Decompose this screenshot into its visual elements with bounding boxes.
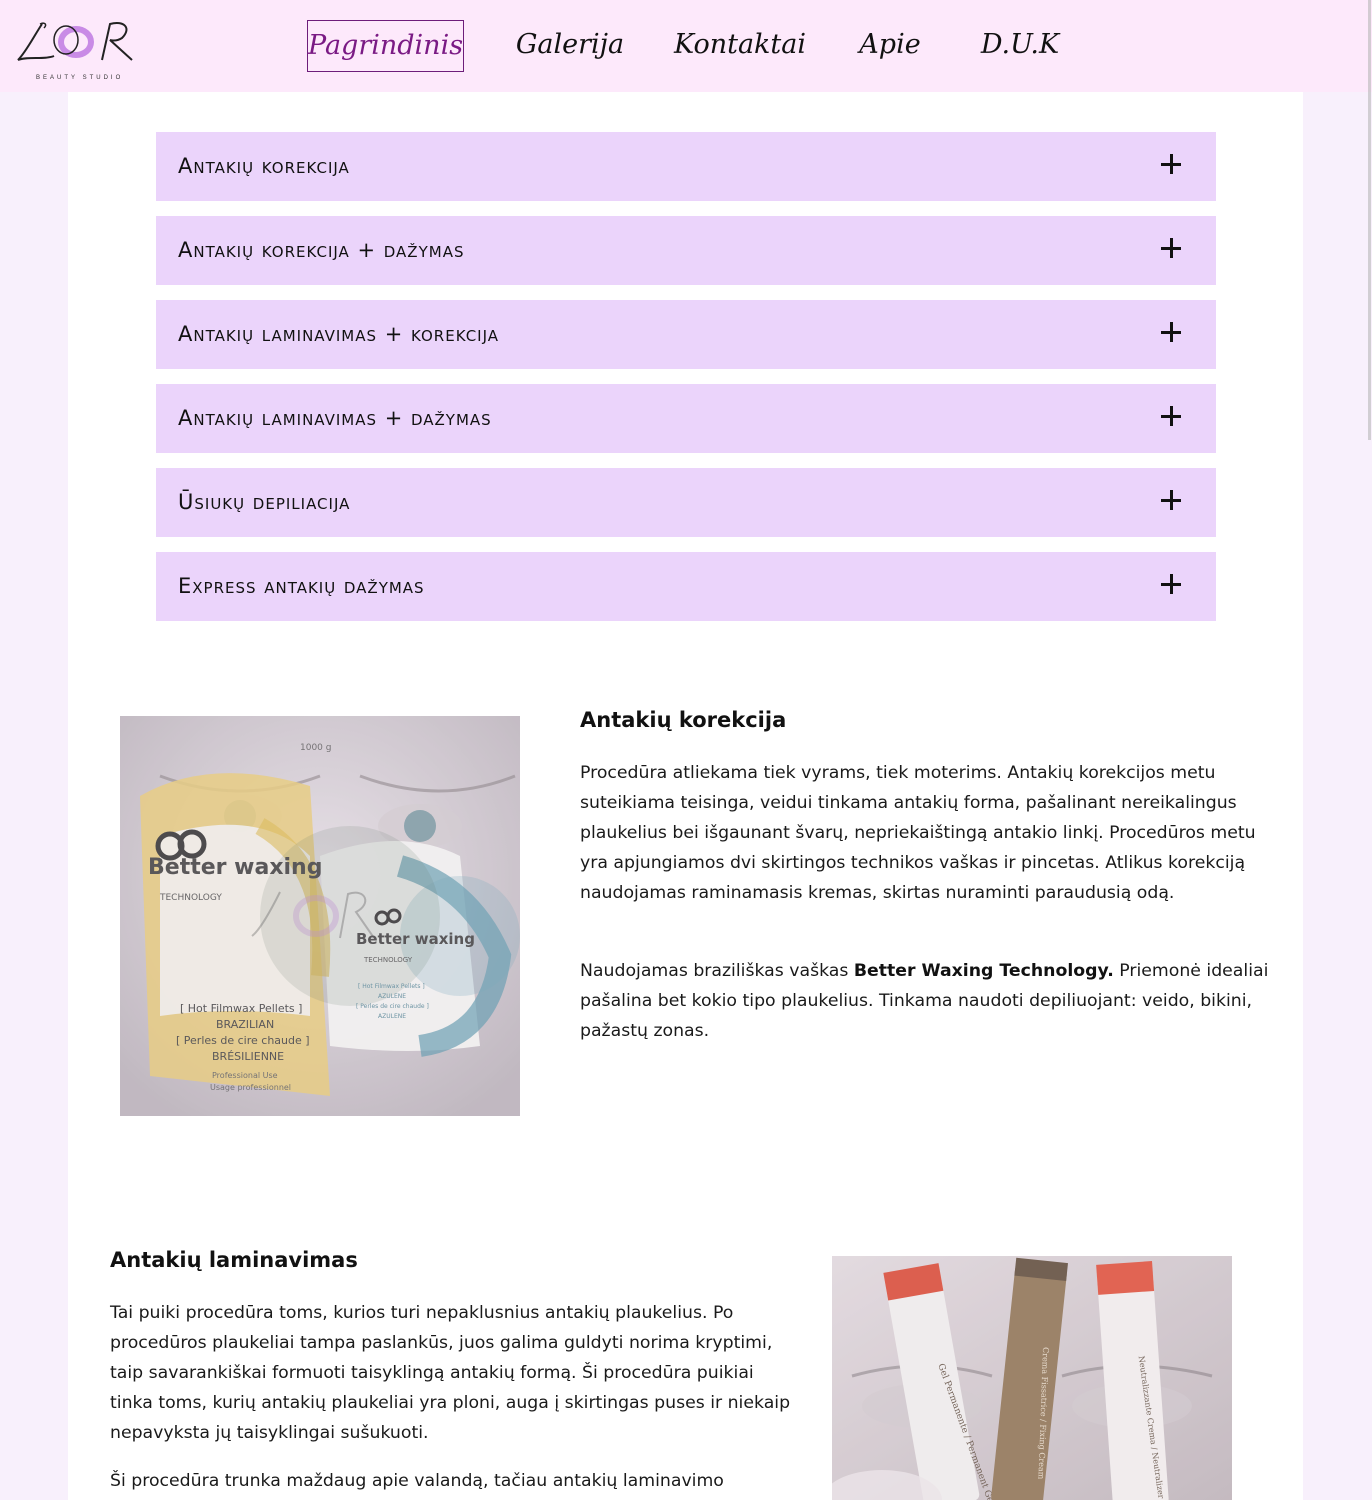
section-text-laminavimas-2: Ši procedūra trunka maždaug apie valandą… (110, 1471, 724, 1491)
site-header: BEAUTY STUDIO Pagrindinis Galerija Konta… (0, 0, 1372, 92)
nav-item-duk[interactable]: D.U.K (972, 20, 1068, 72)
section-title-korekcija: Antakių korekcija (580, 708, 787, 732)
wax-photo-illustration: Better waxing TECHNOLOGY Better waxing T… (120, 716, 520, 1116)
section-title-laminavimas: Antakių laminavimas (110, 1248, 358, 1272)
accordion-item-express-dazymas[interactable]: Express antakių dažymas (156, 552, 1216, 621)
accordion-item-korekcija[interactable]: Antakių korekcija (156, 132, 1216, 201)
plus-icon[interactable] (1161, 490, 1181, 510)
logo-subtitle: BEAUTY STUDIO (36, 75, 124, 81)
plus-icon[interactable] (1161, 574, 1181, 594)
section-text-korekcija-1: Procedūra atliekama tiek vyrams, tiek mo… (580, 763, 1256, 903)
accordion-item-korekcija-dazymas[interactable]: Antakių korekcija + dažymas (156, 216, 1216, 285)
plus-icon[interactable] (1161, 322, 1181, 342)
wax-product-image: Better waxing TECHNOLOGY Better waxing T… (120, 716, 520, 1116)
section-text-laminavimas-1: Tai puiki procedūra toms, kurios turi ne… (110, 1303, 791, 1443)
plus-icon[interactable] (1161, 406, 1181, 426)
nav-item-apie[interactable]: Apie (852, 20, 928, 72)
site-logo[interactable]: BEAUTY STUDIO (14, 16, 138, 86)
accordion-item-usiuku-depiliacija[interactable]: Ūsiukų depiliacija (156, 468, 1216, 537)
accordion-item-laminavimas-dazymas[interactable]: Antakių laminavimas + dažymas (156, 384, 1216, 453)
scrollbar[interactable] (1368, 0, 1371, 440)
accordion-label: Antakių korekcija (178, 154, 350, 178)
plus-icon[interactable] (1161, 238, 1181, 258)
accordion-label: Antakių laminavimas + korekcija (178, 322, 500, 346)
tubes-photo-illustration: Gel Permanente / Permanent Gel Crema Fis… (832, 1256, 1232, 1500)
nav-item-galerija[interactable]: Galerija (508, 20, 632, 72)
nav-item-kontaktai[interactable]: Kontaktai (668, 20, 812, 72)
brand-name: Better Waxing Technology. (853, 961, 1114, 981)
section-text-korekcija-2: Naudojamas braziliškas vaškas Better Wax… (580, 956, 1270, 1046)
accordion-label: Express antakių dažymas (178, 574, 425, 598)
lamination-product-image: Gel Permanente / Permanent Gel Crema Fis… (832, 1256, 1232, 1500)
accordion-item-laminavimas-korekcija[interactable]: Antakių laminavimas + korekcija (156, 300, 1216, 369)
accordion-label: Ūsiukų depiliacija (178, 490, 351, 514)
plus-icon[interactable] (1161, 154, 1181, 174)
text-pre: Naudojamas braziliškas vaškas (580, 961, 854, 981)
nav-item-pagrindinis[interactable]: Pagrindinis (307, 20, 464, 72)
accordion-label: Antakių korekcija + dažymas (178, 238, 465, 262)
accordion-label: Antakių laminavimas + dažymas (178, 406, 492, 430)
